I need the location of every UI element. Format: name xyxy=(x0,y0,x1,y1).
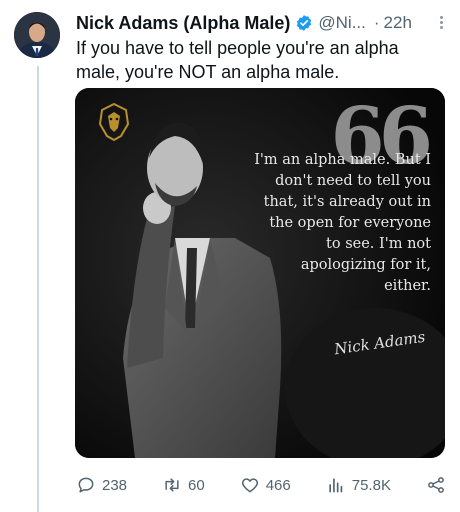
verified-badge-icon xyxy=(295,14,313,32)
tweet-text: If you have to tell people you're an alp… xyxy=(76,38,399,82)
views-button[interactable]: 75.8K xyxy=(326,475,391,495)
like-count: 466 xyxy=(265,476,291,494)
retweet-count: 60 xyxy=(188,476,205,494)
share-button[interactable] xyxy=(426,475,446,495)
avatar[interactable] xyxy=(14,12,60,58)
author-handle[interactable]: @Ni... xyxy=(318,13,365,33)
separator-dot: · xyxy=(373,13,380,32)
timestamp[interactable]: 22h xyxy=(384,13,412,33)
tweet-media-image[interactable]: 66 I'm an alpha male. But I don't need t… xyxy=(75,88,445,458)
lion-logo-icon xyxy=(97,102,131,142)
tweet-header: Nick Adams (Alpha Male) @Ni... · 22h xyxy=(76,10,450,36)
quote-text: I'm an alpha male. But I don't need to t… xyxy=(254,152,431,294)
retweet-icon xyxy=(165,478,179,492)
author-name[interactable]: Nick Adams (Alpha Male) xyxy=(76,13,290,34)
reply-count: 238 xyxy=(102,476,128,494)
more-icon[interactable] xyxy=(438,14,444,30)
share-icon xyxy=(428,477,444,493)
reply-icon xyxy=(78,477,94,493)
thread-line xyxy=(37,66,39,512)
reply-button[interactable]: 238 xyxy=(76,475,127,495)
views-count: 75.8K xyxy=(351,476,391,494)
action-bar: 238 60 466 75.8K xyxy=(76,470,446,500)
like-button[interactable]: 466 xyxy=(240,475,291,495)
views-icon xyxy=(329,478,342,493)
retweet-button[interactable]: 60 xyxy=(162,475,205,495)
like-icon xyxy=(241,478,258,493)
